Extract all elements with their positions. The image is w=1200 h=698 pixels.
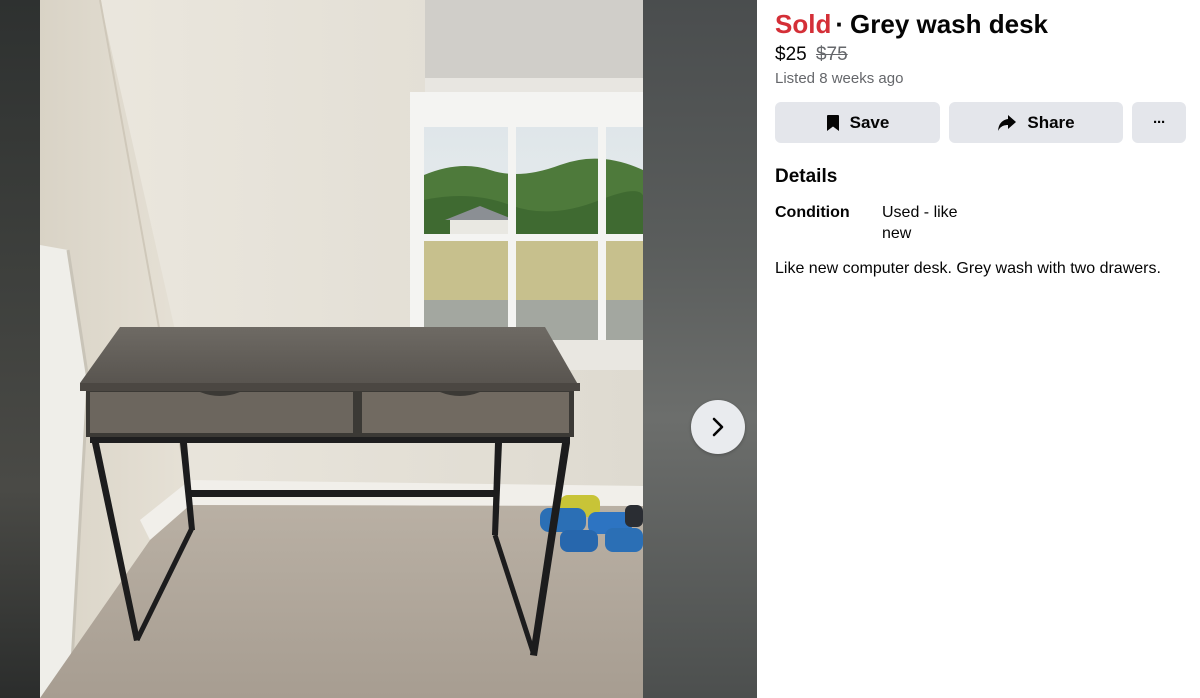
- listing-name: Grey wash desk: [850, 9, 1049, 39]
- listing-photo: [40, 0, 643, 698]
- save-button-label: Save: [849, 112, 890, 132]
- details-heading: Details: [775, 166, 838, 187]
- price-row: $25 $75: [775, 43, 848, 67]
- condition-label: Condition: [775, 204, 850, 221]
- next-photo-button[interactable]: [691, 400, 745, 454]
- save-button[interactable]: Save: [775, 102, 940, 143]
- more-options-icon: ···: [1153, 114, 1166, 131]
- share-arrow-icon: [998, 114, 1017, 131]
- photo-blur-backdrop-left: [0, 0, 40, 698]
- listing-info-panel: Sold · Grey wash desk $25 $75 Listed 8 wee…: [757, 0, 1200, 698]
- title-separator: ·: [835, 9, 845, 39]
- listed-time: Listed 8 weeks ago: [775, 70, 904, 87]
- listing-description: Like new computer desk. Grey wash with t…: [775, 260, 1161, 277]
- desk-photo-illustration: [40, 0, 643, 698]
- current-price: $25: [775, 44, 807, 65]
- chevron-right-icon: [712, 417, 724, 437]
- share-button[interactable]: Share: [949, 102, 1123, 143]
- original-price: $75: [815, 44, 848, 65]
- listing-title: Sold · Grey wash desk: [775, 8, 1048, 40]
- sold-status: Sold: [775, 9, 832, 39]
- more-options-button[interactable]: ···: [1132, 102, 1186, 143]
- media-viewer: [0, 0, 757, 698]
- share-button-label: Share: [1027, 112, 1075, 132]
- photo-blur-backdrop-right: [643, 0, 757, 698]
- bookmark-icon: [826, 114, 839, 131]
- condition-value: Used - like new: [882, 204, 958, 242]
